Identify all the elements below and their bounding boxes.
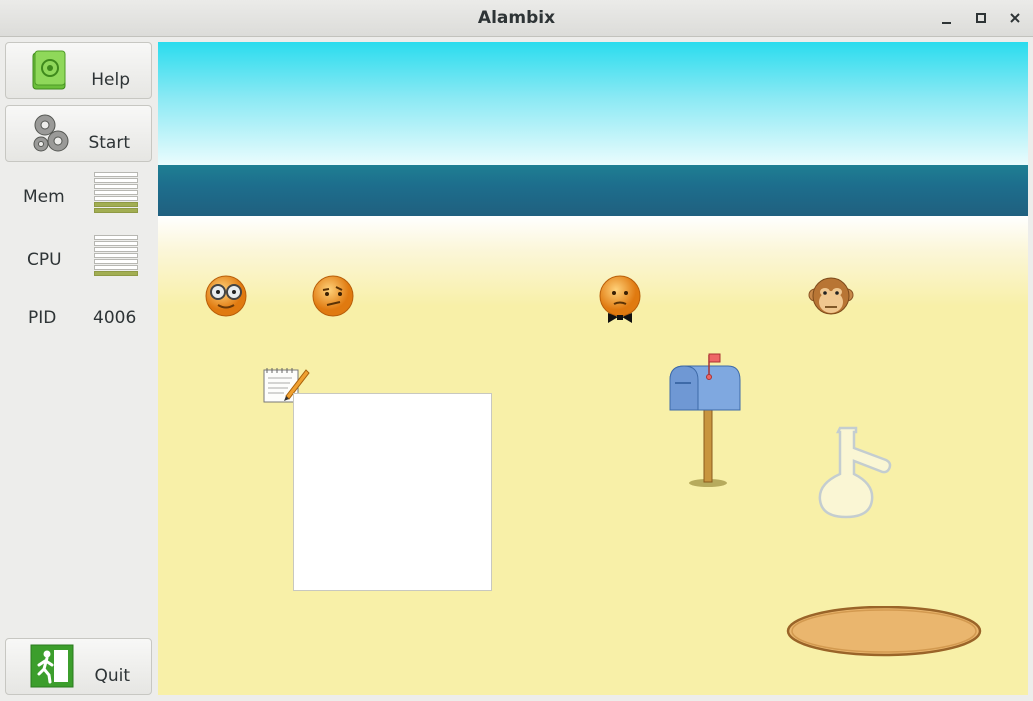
bowtie-smiley-icon[interactable] <box>598 275 644 327</box>
start-button[interactable]: Start <box>5 105 152 162</box>
sky <box>158 42 1028 165</box>
cpu-meter <box>94 235 138 277</box>
mem-meter-bar <box>94 184 138 189</box>
mem-meter-bar <box>94 172 138 177</box>
help-book-icon <box>32 50 66 90</box>
maximize-button[interactable] <box>969 6 993 30</box>
cpu-meter-bar <box>94 235 138 240</box>
quit-button[interactable]: Quit <box>5 638 152 695</box>
mem-meter-bar <box>94 202 138 207</box>
pid-label: PID <box>28 308 57 328</box>
quit-label: Quit <box>94 666 130 686</box>
title-bar: Alambix <box>0 0 1033 37</box>
mem-meter-bar <box>94 208 138 213</box>
window-title: Alambix <box>477 8 556 28</box>
close-button[interactable] <box>1003 6 1027 30</box>
monkey-icon[interactable] <box>808 275 854 319</box>
thinking-smiley-icon[interactable] <box>311 274 355 318</box>
flask-icon[interactable] <box>812 424 896 520</box>
shore <box>158 216 1028 306</box>
start-label: Start <box>88 133 130 153</box>
help-button[interactable]: Help <box>5 42 152 99</box>
pid-value: 4006 <box>93 308 137 328</box>
help-label: Help <box>91 70 130 90</box>
gears-icon <box>33 114 69 152</box>
mailbox-icon[interactable] <box>666 350 754 492</box>
exit-door-icon <box>30 644 74 688</box>
cpu-meter-bar <box>94 265 138 270</box>
cpu-label: CPU <box>27 250 62 270</box>
minimize-button[interactable] <box>935 6 959 30</box>
scene-canvas[interactable] <box>158 42 1028 695</box>
mem-meter-bar <box>94 178 138 183</box>
minimize-icon <box>942 22 951 24</box>
cpu-meter-bar <box>94 247 138 252</box>
paper-sheet[interactable] <box>293 393 492 591</box>
cpu-meter-bar <box>94 259 138 264</box>
nerd-smiley-icon[interactable] <box>204 274 248 318</box>
cpu-meter-bar <box>94 271 138 276</box>
maximize-icon <box>976 13 986 23</box>
cpu-meter-bar <box>94 253 138 258</box>
sea <box>158 165 1028 216</box>
mem-meter <box>94 172 138 214</box>
dish-icon[interactable] <box>786 606 984 658</box>
mem-meter-bar <box>94 196 138 201</box>
mem-meter-bar <box>94 190 138 195</box>
close-icon <box>1010 13 1020 23</box>
mem-label: Mem <box>23 187 65 207</box>
cpu-meter-bar <box>94 241 138 246</box>
